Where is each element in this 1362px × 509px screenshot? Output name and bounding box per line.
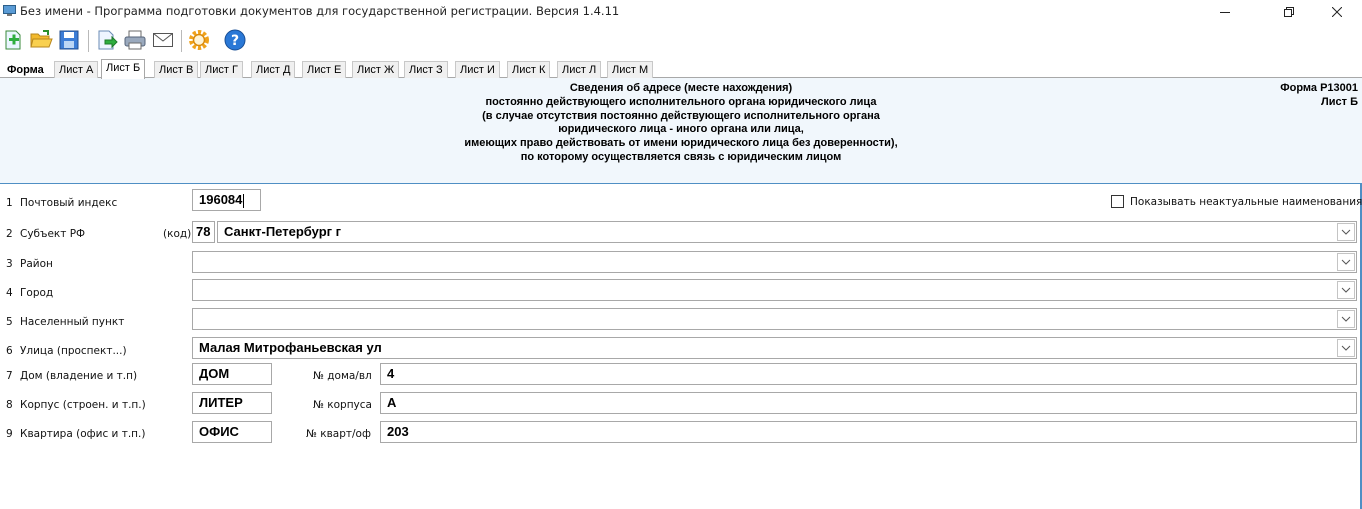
- header-line: имеющих право действовать от имени юриди…: [464, 137, 898, 150]
- toolbar: ?: [0, 24, 1362, 59]
- header-line: Сведения об адресе (месте нахождения): [569, 82, 793, 94]
- sheet-name: Лист Б: [1321, 95, 1358, 108]
- apartment-number-label: № кварт/оф: [306, 428, 371, 440]
- apartment-number-input[interactable]: 203: [380, 421, 1357, 443]
- restore-icon: [1284, 7, 1294, 17]
- tab-list-b[interactable]: Лист Б: [101, 59, 146, 79]
- city-select[interactable]: [192, 279, 1357, 301]
- export-document-icon: [98, 30, 118, 50]
- house-number-label: № дома/вл: [313, 370, 372, 382]
- header-line: юридического лица - иного органа или лиц…: [558, 123, 804, 136]
- print-icon: [124, 30, 146, 50]
- help-button[interactable]: ?: [222, 27, 248, 53]
- show-obsolete-label: Показывать неактуальные наименования: [1130, 196, 1362, 208]
- toolbar-separator: [181, 30, 182, 52]
- street-label: 6 Улица (проспект...): [6, 345, 127, 357]
- open-button[interactable]: [28, 27, 54, 53]
- code-label: (код): [163, 228, 192, 240]
- header-line: по которому осуществляется связь с юриди…: [520, 150, 842, 163]
- house-label: 7 Дом (владение и т.п): [6, 370, 138, 382]
- tab-list-a[interactable]: Лист А: [54, 61, 99, 78]
- tab-list-g[interactable]: Лист Г: [200, 61, 243, 78]
- apartment-type-input[interactable]: ОФИС: [192, 421, 272, 443]
- locality-label: 5 Населенный пункт: [6, 316, 125, 328]
- gear-icon: [189, 30, 209, 50]
- chevron-down-icon[interactable]: [1337, 339, 1355, 357]
- title-bar: Без имени - Программа подготовки докумен…: [0, 0, 1362, 24]
- building-number-input[interactable]: А: [380, 392, 1357, 414]
- email-button[interactable]: [150, 27, 176, 53]
- close-icon: [1332, 7, 1342, 17]
- print-button[interactable]: [122, 27, 148, 53]
- save-icon: [59, 30, 79, 50]
- header-line: (в случае отсутствия постоянно действующ…: [482, 109, 880, 122]
- apartment-label: 9 Квартира (офис и т.п.): [6, 428, 146, 440]
- form-code-block: Форма Р13001 Лист Б: [1280, 82, 1358, 110]
- building-type-input[interactable]: ЛИТЕР: [192, 392, 272, 414]
- chevron-down-icon[interactable]: [1337, 223, 1355, 241]
- tab-list-i[interactable]: Лист И: [455, 61, 500, 78]
- minimize-button[interactable]: [1202, 0, 1248, 24]
- chevron-down-icon[interactable]: [1337, 253, 1355, 271]
- house-number-input[interactable]: 4: [380, 363, 1357, 385]
- tab-list-zh[interactable]: Лист Ж: [352, 61, 400, 78]
- new-document-icon: [5, 30, 21, 50]
- sheet-tabs: Форма Лист А Лист Б Лист В Лист Г Лист Д…: [0, 59, 1362, 79]
- house-type-input[interactable]: ДОМ: [192, 363, 272, 385]
- district-select[interactable]: [192, 251, 1357, 273]
- postal-code-label: 1 Почтовый индекс: [6, 197, 118, 209]
- locality-select[interactable]: [192, 308, 1357, 330]
- tab-list-k[interactable]: Лист К: [507, 61, 551, 78]
- text-cursor: [243, 193, 245, 208]
- toolbar-separator: [88, 30, 89, 52]
- region-select[interactable]: Санкт-Петербург г: [217, 221, 1357, 243]
- building-label: 8 Корпус (строен. и т.п.): [6, 399, 146, 411]
- section-header: Сведения об адресе (месте нахождения) по…: [0, 82, 1362, 165]
- window-title: Без имени - Программа подготовки докумен…: [20, 4, 620, 18]
- tab-list-d[interactable]: Лист Д: [251, 61, 296, 78]
- building-number-label: № корпуса: [313, 399, 372, 411]
- restore-button[interactable]: [1266, 0, 1312, 24]
- chevron-down-icon[interactable]: [1337, 310, 1355, 328]
- region-label: 2 Субъект РФ: [6, 228, 86, 240]
- tab-forma[interactable]: Форма: [2, 61, 49, 78]
- close-button[interactable]: [1314, 0, 1360, 24]
- save-button[interactable]: [56, 27, 82, 53]
- tab-list-z[interactable]: Лист З: [404, 61, 448, 78]
- help-icon: ?: [224, 29, 246, 51]
- export-button[interactable]: [94, 27, 120, 53]
- tab-list-e[interactable]: Лист Е: [302, 61, 347, 78]
- chevron-down-icon[interactable]: [1337, 281, 1355, 299]
- street-select[interactable]: Малая Митрофаньевская ул: [192, 337, 1357, 359]
- form-code: Форма Р13001: [1280, 82, 1358, 94]
- minimize-icon: [1220, 12, 1230, 13]
- tab-list-v[interactable]: Лист В: [154, 61, 199, 78]
- svg-text:?: ?: [231, 33, 239, 49]
- tab-list-l[interactable]: Лист Л: [557, 61, 602, 78]
- folder-open-icon: [30, 30, 53, 48]
- app-icon: [3, 5, 16, 16]
- settings-button[interactable]: [186, 27, 212, 53]
- envelope-icon: [153, 33, 173, 47]
- region-code-input[interactable]: 78: [192, 221, 215, 243]
- header-line: постоянно действующего исполнительного о…: [485, 95, 877, 108]
- district-label: 3 Район: [6, 258, 53, 270]
- postal-code-input[interactable]: 196084: [192, 189, 261, 211]
- show-obsolete-checkbox[interactable]: [1111, 195, 1124, 208]
- new-document-button[interactable]: [0, 27, 26, 53]
- tab-list-m[interactable]: Лист М: [607, 61, 654, 78]
- city-label: 4 Город: [6, 287, 54, 299]
